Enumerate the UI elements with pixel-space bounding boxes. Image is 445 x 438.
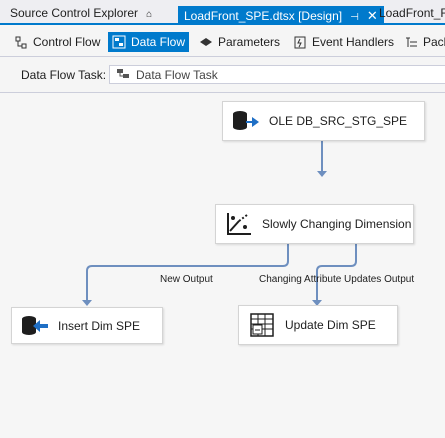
path-new-output xyxy=(86,244,289,300)
tab-label: LoadFront_R xyxy=(379,6,445,20)
update-dim-spe-node[interactable]: Update Dim SPE xyxy=(238,305,398,345)
document-tab-bar: Source Control Explorer ⌂ LoadFront_SPE.d… xyxy=(0,0,445,25)
data-flow-task-value: Data Flow Task xyxy=(136,67,218,82)
ole-db-source-icon xyxy=(231,108,261,134)
node-label: Slowly Changing Dimension xyxy=(262,217,412,231)
data-flow-icon xyxy=(112,35,126,49)
ole-db-command-icon xyxy=(247,312,277,338)
data-paths xyxy=(82,141,357,306)
designer-tab-bar: Control Flow Data Flow Parameters Event … xyxy=(0,27,445,57)
data-flow-task-select[interactable]: Data Flow Task xyxy=(109,65,445,84)
tab-label: LoadFront_SPE.dtsx [Design] xyxy=(184,9,343,23)
arrow-head xyxy=(82,300,92,306)
data-flow-canvas[interactable]: OLE DB_SRC_STG_SPE Slowly Changing Dimen… xyxy=(0,93,445,438)
tab-label: Data Flow xyxy=(131,35,186,49)
tab-label: Control Flow xyxy=(33,35,101,49)
ole-db-destination-icon xyxy=(20,313,50,339)
tab-package-explorer[interactable]: Pacl xyxy=(400,32,445,52)
tab-event-handlers[interactable]: Event Handlers xyxy=(289,32,398,52)
data-flow-task-icon xyxy=(116,66,130,83)
ole-db-source-node[interactable]: OLE DB_SRC_STG_SPE xyxy=(222,101,425,141)
new-output-label: New Output xyxy=(160,274,213,285)
arrow-head xyxy=(317,171,327,177)
insert-dim-spe-node[interactable]: Insert Dim SPE xyxy=(11,307,163,344)
slowly-changing-dimension-node[interactable]: Slowly Changing Dimension xyxy=(215,204,414,244)
tab-label: Parameters xyxy=(218,35,281,49)
control-flow-icon xyxy=(14,35,28,49)
package-explorer-icon xyxy=(404,35,418,49)
tab-label: Event Handlers xyxy=(312,35,395,49)
data-flow-task-row: Data Flow Task: Data Flow Task xyxy=(0,57,445,93)
pin-icon[interactable]: ⊣ xyxy=(350,8,359,27)
tab-source-control-explorer[interactable]: Source Control Explorer ⌂ xyxy=(4,4,158,23)
tab-label: Source Control Explorer xyxy=(10,6,139,20)
pin-icon[interactable]: ⌂ xyxy=(146,5,152,24)
tab-loadfront-r[interactable]: LoadFront_R xyxy=(373,4,445,23)
parameters-icon xyxy=(199,35,213,49)
node-label: Update Dim SPE xyxy=(285,318,376,332)
event-handlers-icon xyxy=(293,35,307,49)
tab-parameters[interactable]: Parameters xyxy=(195,32,284,52)
path-changing-output xyxy=(316,244,357,300)
tab-control-flow[interactable]: Control Flow xyxy=(10,32,104,52)
changing-attribute-output-label: Changing Attribute Updates Output xyxy=(259,274,415,285)
node-label: OLE DB_SRC_STG_SPE xyxy=(269,114,408,128)
slowly-changing-dimension-icon xyxy=(224,211,254,237)
node-label: Insert Dim SPE xyxy=(58,318,141,333)
tab-loadfront-spe-design[interactable]: LoadFront_SPE.dtsx [Design] ⊣ ✕ xyxy=(178,6,384,25)
tab-data-flow[interactable]: Data Flow xyxy=(108,32,190,52)
data-flow-task-label: Data Flow Task: xyxy=(21,68,107,82)
tab-label: Pacl xyxy=(423,35,445,49)
